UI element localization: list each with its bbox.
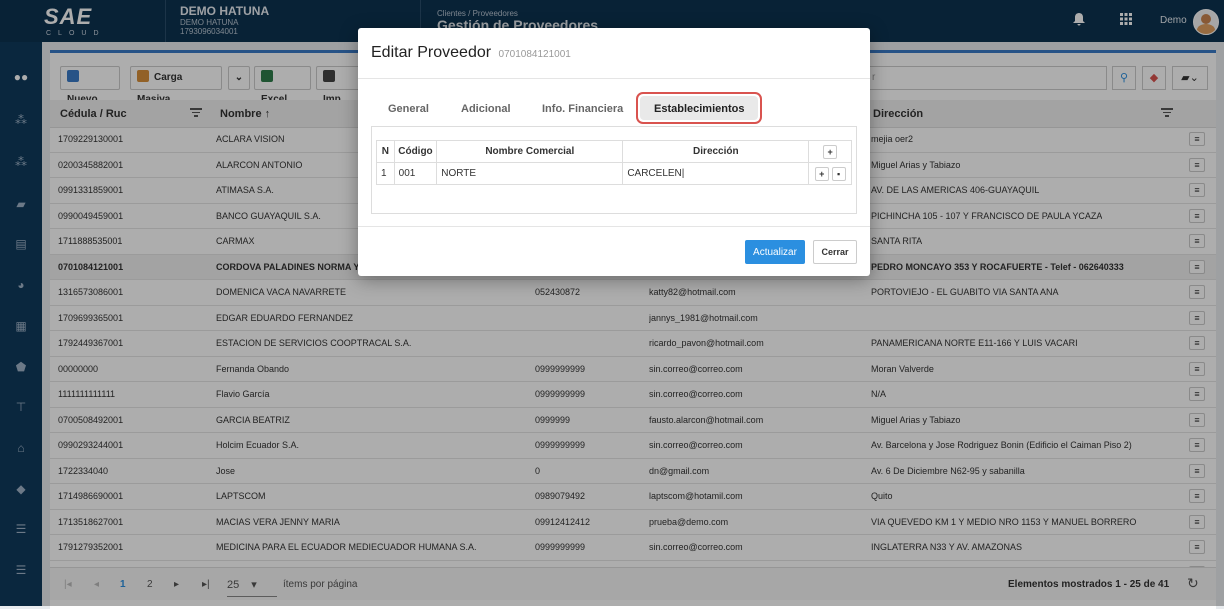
- tab-establecimientos[interactable]: Establecimientos: [654, 103, 744, 115]
- cell-direccion[interactable]: CARCELEN|: [622, 162, 810, 185]
- establecimientos-table: N Código Nombre Comercial Dirección + 1 …: [376, 140, 852, 185]
- tab-info-financiera[interactable]: Info. Financiera: [542, 103, 623, 115]
- modal-ruc: 0701084121001: [498, 49, 571, 60]
- establecimiento-row: 1 001 NORTE CARCELEN| + ▪: [376, 162, 852, 185]
- col-nombre-comercial: Nombre Comercial: [436, 140, 624, 163]
- establecimientos-header: N Código Nombre Comercial Dirección +: [376, 140, 852, 163]
- cell-codigo[interactable]: 001: [393, 162, 438, 185]
- add-establecimiento-button[interactable]: +: [823, 144, 838, 159]
- actualizar-button[interactable]: Actualizar: [745, 240, 805, 264]
- col-n: N: [376, 140, 395, 163]
- cerrar-button[interactable]: Cerrar: [813, 240, 857, 264]
- row-actions: + ▪: [808, 162, 852, 185]
- edit-provider-modal: Editar Proveedor 0701084121001 General A…: [358, 28, 870, 276]
- delete-row-icon[interactable]: ▪: [831, 166, 846, 181]
- direccion-value: CARCELEN: [627, 168, 682, 179]
- cell-nombre-comercial[interactable]: NORTE: [436, 162, 624, 185]
- add-establecimiento-cell: +: [808, 140, 852, 163]
- modal-title: Editar Proveedor 0701084121001: [371, 44, 571, 62]
- col-direccion: Dirección: [622, 140, 810, 163]
- add-row-button[interactable]: +: [814, 166, 829, 181]
- modal-title-text: Editar Proveedor: [371, 44, 492, 61]
- tab-general[interactable]: General: [388, 103, 429, 115]
- tab-adicional[interactable]: Adicional: [461, 103, 511, 115]
- cell-n: 1: [376, 162, 395, 185]
- col-codigo: Código: [393, 140, 438, 163]
